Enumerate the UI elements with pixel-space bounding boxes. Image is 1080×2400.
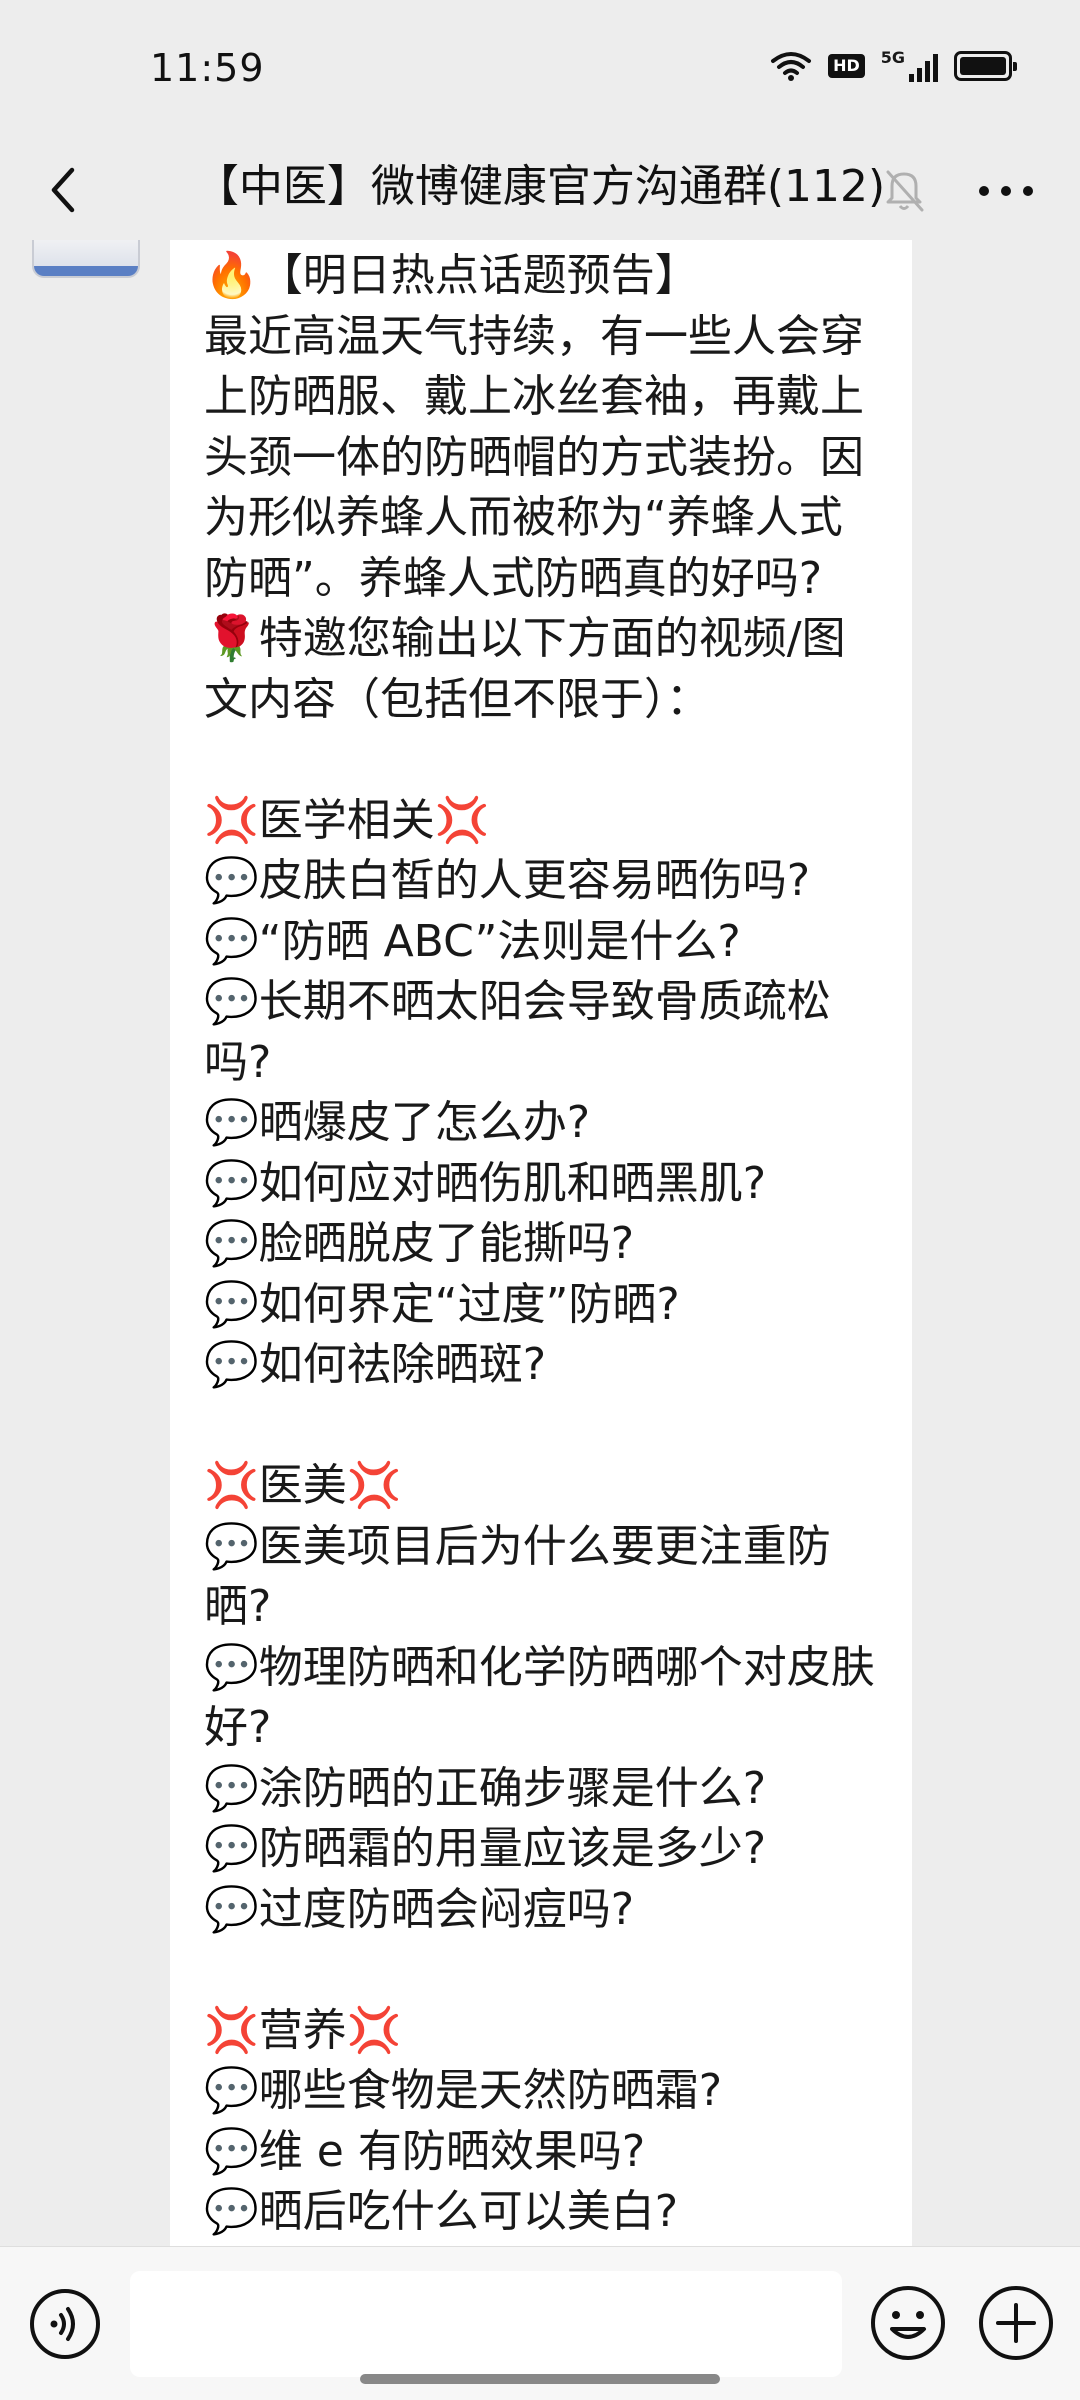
message-line: 晒? [204, 1581, 272, 1632]
message-line: 💢医学相关💢 [204, 794, 490, 846]
message-line: 🔥【明日热点话题预告】 [204, 250, 699, 301]
bell-off-icon [886, 170, 924, 212]
message-line: 💬皮肤白皙的人更容易晒伤吗? [204, 855, 811, 906]
message-line: 💬物理防晒和化学防晒哪个对皮肤 [204, 1641, 875, 1693]
message-line [204, 1396, 878, 1457]
message-bubble[interactable]: 🔥【明日热点话题预告】最近高温天气持续，有一些人会穿 上防晒服、戴上冰丝套袖，再戴… [170, 240, 912, 2246]
message-line: 💬过度防晒会闷痘吗? [204, 1883, 635, 1935]
message-line: 💬长期不晒太阳会导致骨质疏松 [204, 976, 831, 1027]
message-line: 好? [204, 1702, 272, 1753]
message-line: 为形似养蜂人而被称为“养蜂人式 [204, 492, 843, 543]
home-indicator [360, 2374, 720, 2384]
emoji-icon[interactable] [868, 2283, 948, 2363]
message-text: 🔥【明日热点话题预告】最近高温天气持续，有一些人会穿 上防晒服、戴上冰丝套袖，再戴… [204, 246, 878, 2243]
network-label: 5G [880, 48, 905, 67]
message-line: 💬防晒霜的用量应该是多少? [204, 1823, 767, 1874]
more-icon[interactable] [968, 166, 1044, 216]
message-line: 吗? [204, 1036, 272, 1088]
plus-icon[interactable] [976, 2283, 1056, 2363]
message-line: 💬维 e 有防晒效果吗? [204, 2125, 646, 2177]
message-line: 💬“防晒 ABC”法则是什么? [204, 915, 741, 967]
message-line: 🌹特邀您输出以下方面的视频/图 [204, 613, 846, 664]
message-line: 💢营养💢 [204, 2004, 402, 2056]
status-icons: HD 5G [770, 48, 1017, 82]
message-line: 💬脸晒脱皮了能撕吗? [204, 1218, 635, 1269]
message-line: 文内容（包括但不限于）： [204, 673, 710, 725]
battery-icon [954, 51, 1017, 81]
message-line: 💬如何应对晒伤肌和晒黑肌? [204, 1157, 767, 1209]
signal-icon [909, 52, 938, 82]
message-line: 💬晒后吃什么可以美白? [204, 2186, 679, 2237]
message-input[interactable] [130, 2271, 842, 2377]
message-line: 头颈一体的防晒帽的方式装扮。因 [204, 431, 864, 483]
input-bar [0, 2246, 1080, 2400]
voice-icon[interactable] [28, 2287, 102, 2361]
message-line: 最近高温天气持续，有一些人会穿 [204, 310, 864, 362]
message-line [204, 1940, 878, 2001]
message-line: 防晒”。养蜂人式防晒真的好吗? [204, 552, 823, 604]
status-bar: 11:59 HD 5G [0, 0, 1080, 140]
message-line: 💬医美项目后为什么要更注重防 [204, 1520, 831, 1572]
message-line: 💬涂防晒的正确步骤是什么? [204, 1762, 767, 1814]
message-line: 💬晒爆皮了怎么办? [204, 1097, 591, 1148]
status-time: 11:59 [150, 46, 265, 90]
chat-area[interactable]: 🔥【明日热点话题预告】最近高温天气持续，有一些人会穿 上防晒服、戴上冰丝套袖，再戴… [0, 240, 1080, 2246]
message-line: 💬如何界定“过度”防晒? [204, 1278, 680, 1330]
message-line: 💬哪些食物是天然防晒霜? [204, 2065, 723, 2116]
message-line: 💬如何祛除晒斑? [204, 1339, 547, 1390]
message-line: 💢医美💢 [204, 1460, 402, 1511]
wifi-icon [771, 52, 812, 81]
message-line [204, 730, 878, 791]
hd-badge: HD [828, 54, 865, 78]
chat-header: 【中医】微博健康官方沟通群(112) [0, 140, 1080, 240]
sender-avatar[interactable] [32, 240, 140, 278]
message-line: 上防晒服、戴上冰丝套袖，再戴上 [204, 371, 864, 422]
